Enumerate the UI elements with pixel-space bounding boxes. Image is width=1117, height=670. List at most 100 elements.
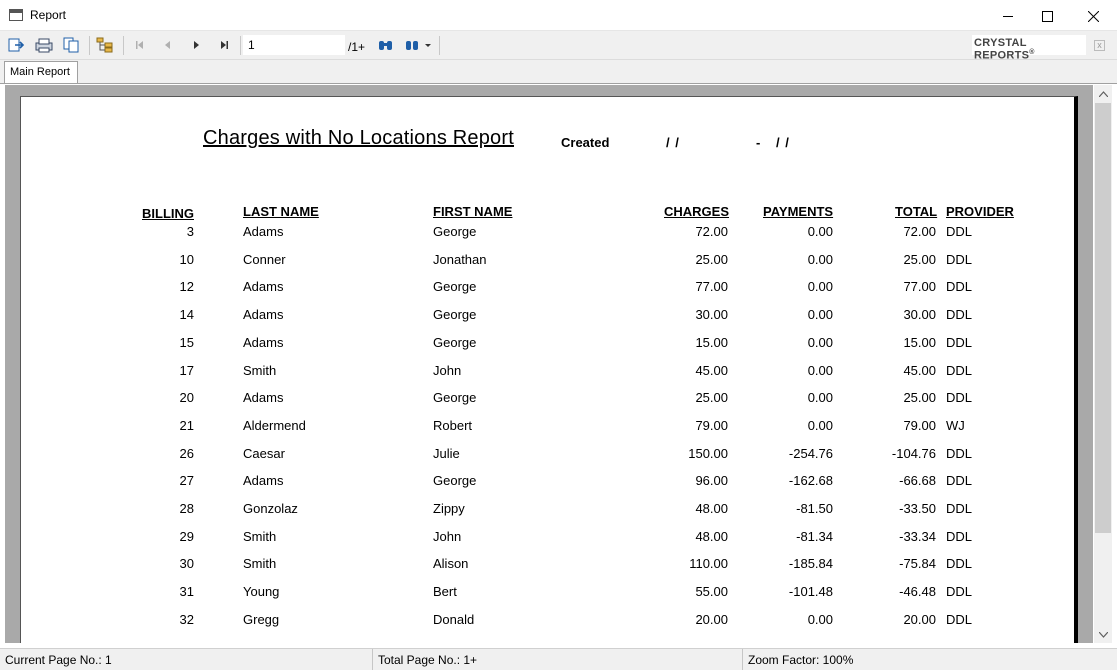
total-cell: 15.00 (903, 335, 936, 350)
payments-cell: 0.00 (807, 307, 833, 322)
first-name-cell: Alison (433, 556, 469, 571)
billing-cell: 30 (179, 556, 194, 571)
toolbar-separator (89, 36, 90, 55)
next-page-button[interactable] (187, 37, 205, 53)
maximize-icon (1041, 10, 1053, 22)
billing-cell: 10 (179, 252, 194, 267)
report-tabs: Main Report (0, 60, 1117, 84)
total-cell: 45.00 (903, 363, 936, 378)
print-icon (35, 38, 53, 53)
last-name-cell: Conner (243, 252, 286, 267)
scroll-down-button[interactable] (1094, 626, 1112, 643)
provider-cell: DDL (946, 335, 973, 350)
column-header-billing: BILLING (142, 206, 194, 221)
last-name-cell: Adams (243, 224, 284, 239)
payments-cell: -185.84 (788, 556, 833, 571)
charges-cell: 45.00 (695, 363, 728, 378)
charges-cell: 25.00 (695, 390, 728, 405)
zoom-button[interactable] (405, 37, 433, 53)
charges-cell: 15.00 (695, 335, 728, 350)
billing-cell: 26 (179, 446, 194, 461)
last-name-cell: Young (243, 584, 280, 599)
last-name-cell: Adams (243, 390, 284, 405)
print-button[interactable] (35, 37, 53, 53)
payments-cell: 0.00 (807, 363, 833, 378)
last-page-button[interactable] (215, 37, 233, 53)
column-header-payments: PAYMENTS (763, 204, 834, 219)
previous-page-button[interactable] (159, 37, 177, 53)
provider-cell: DDL (946, 584, 973, 599)
first-name-cell: Robert (433, 418, 473, 433)
column-header-total: TOTAL (895, 204, 938, 219)
group-tree-icon (96, 37, 113, 53)
first-name-cell: Bert (433, 584, 457, 599)
billing-cell: 20 (179, 390, 194, 405)
report-toolbar: /1+ CRYSTAL REPORTS® x (0, 31, 1117, 62)
billing-cell: 31 (179, 584, 194, 599)
page-number-input[interactable] (243, 35, 345, 55)
payments-cell: 0.00 (807, 390, 833, 405)
payments-cell: 0.00 (807, 335, 833, 350)
first-name-cell: Julie (433, 446, 460, 461)
charges-cell: 72.00 (695, 224, 728, 239)
created-label: Created (561, 135, 610, 150)
charges-cell: 150.00 (688, 446, 728, 461)
total-cell: 30.00 (903, 307, 936, 322)
total-cell: -66.68 (899, 473, 936, 488)
total-cell: -46.48 (899, 584, 936, 599)
window-title: Report (30, 8, 67, 22)
copy-button[interactable] (62, 37, 80, 53)
created-date-start: / / (666, 135, 679, 150)
charges-cell: 96.00 (695, 473, 728, 488)
first-name-cell: George (433, 307, 477, 322)
first-name-cell: George (433, 335, 477, 350)
scroll-up-button[interactable] (1094, 85, 1112, 102)
charges-cell: 48.00 (695, 501, 728, 516)
charges-cell: 79.00 (695, 418, 728, 433)
total-cell: -33.34 (899, 529, 936, 544)
provider-cell: DDL (946, 224, 973, 239)
first-name-cell: John (433, 529, 462, 544)
last-name-cell: Gregg (243, 612, 280, 627)
minimize-icon (1002, 15, 1013, 17)
payments-cell: -101.48 (788, 584, 833, 599)
group-tree-button[interactable] (96, 37, 114, 53)
tab-main-report[interactable]: Main Report (4, 61, 78, 83)
report-viewport[interactable]: Charges with No Locations Report Created… (5, 85, 1093, 643)
maximize-button[interactable] (1024, 0, 1070, 31)
provider-cell: DDL (946, 501, 973, 516)
payments-cell: 0.00 (807, 252, 833, 267)
find-button[interactable] (377, 37, 395, 53)
payments-cell: 0.00 (807, 224, 833, 239)
vertical-scrollbar[interactable] (1094, 85, 1112, 643)
total-cell: -33.50 (899, 501, 936, 516)
status-current-page: Current Page No.: 1 (0, 649, 373, 670)
total-cell: -104.76 (891, 446, 936, 461)
payments-cell: -81.34 (796, 529, 833, 544)
charges-cell: 55.00 (695, 584, 728, 599)
first-page-button[interactable] (131, 37, 149, 53)
first-name-cell: George (433, 390, 477, 405)
column-header-first-name: FIRST NAME (433, 204, 513, 219)
brand-close-button[interactable]: x (1094, 40, 1105, 51)
title-bar: Report (0, 0, 1117, 31)
export-icon (8, 38, 25, 52)
export-button[interactable] (7, 37, 25, 53)
last-name-cell: Caesar (243, 446, 285, 461)
column-header-charges: CHARGES (664, 204, 730, 219)
provider-cell: DDL (946, 363, 973, 378)
last-name-cell: Adams (243, 307, 284, 322)
status-total-page: Total Page No.: 1+ (373, 649, 743, 670)
billing-cell: 14 (179, 307, 194, 322)
charges-cell: 30.00 (695, 307, 728, 322)
total-cell: 25.00 (903, 390, 936, 405)
total-cell: 72.00 (903, 224, 936, 239)
first-page-icon (136, 41, 143, 49)
toolbar-separator (240, 36, 241, 55)
first-name-cell: George (433, 224, 477, 239)
first-name-cell: Donald (433, 612, 475, 627)
scroll-thumb[interactable] (1095, 103, 1111, 533)
close-button[interactable] (1070, 0, 1116, 31)
last-name-cell: Smith (243, 556, 277, 571)
charges-cell: 48.00 (695, 529, 728, 544)
